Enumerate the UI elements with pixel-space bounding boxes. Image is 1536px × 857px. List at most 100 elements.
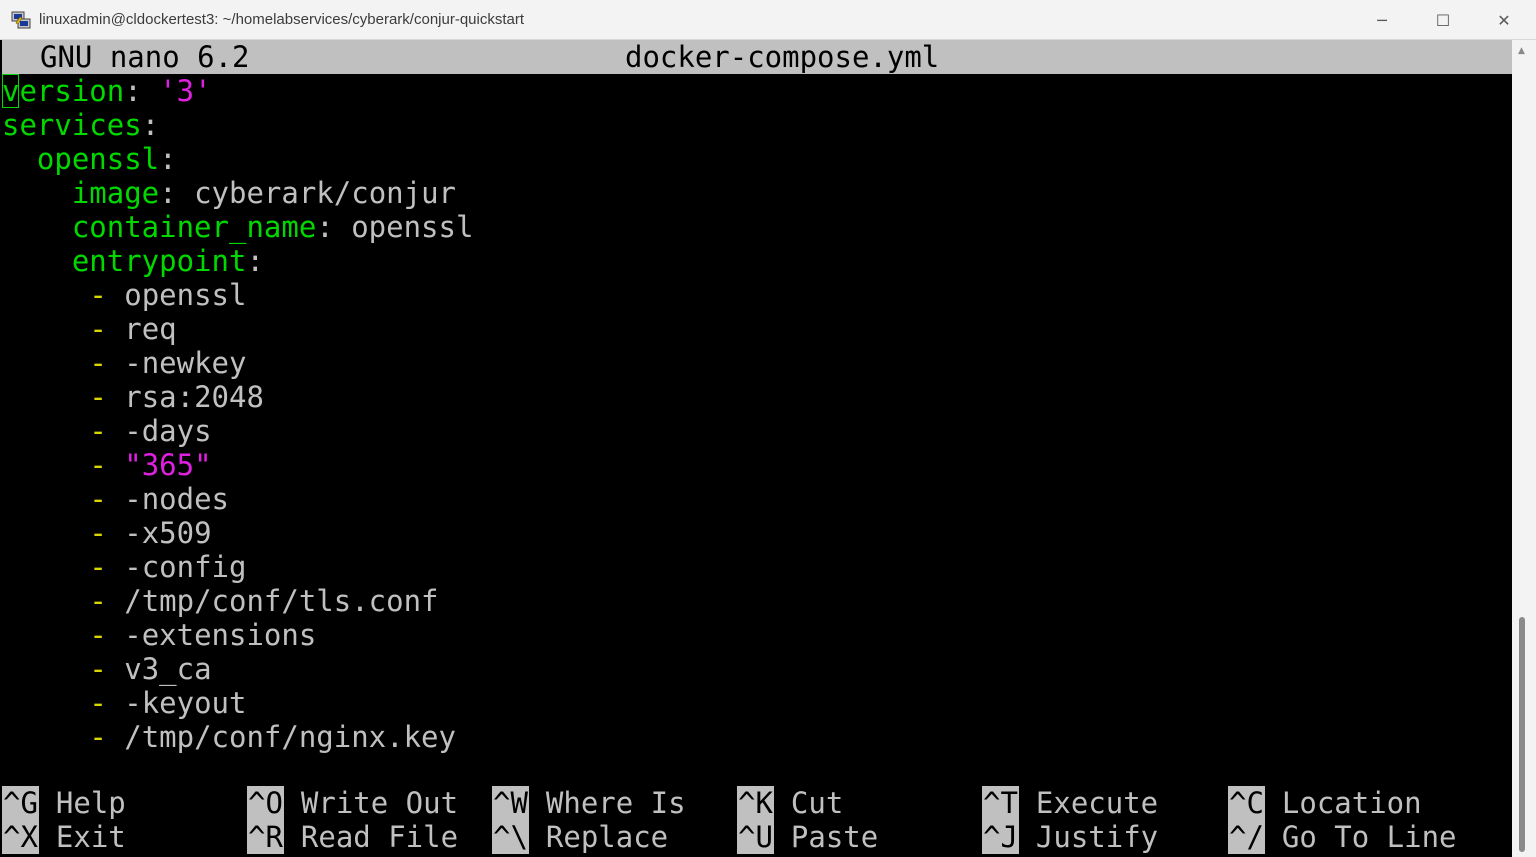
shortcut-label: Read File [300,820,459,854]
maximize-icon: ☐ [1435,10,1451,30]
list-dash: - [89,482,107,516]
close-icon: ✕ [1497,10,1511,30]
editor-line: entrypoint: [71,244,264,278]
shortcut-location[interactable]: ^C Location [1228,786,1422,820]
list-item: - -config [2,550,1512,584]
shortcut-label: Justify [1035,820,1159,854]
shortcut-execute[interactable]: ^T Execute [982,786,1158,820]
shortcut-key: ^C [1228,786,1265,820]
minimize-icon: ─ [1377,10,1387,30]
shortcut-key: ^T [982,786,1019,820]
shortcut-exit[interactable]: ^X Exit [2,820,126,854]
shortcut-key: ^R [247,820,284,854]
list-value: /tmp/conf/nginx.key [124,720,456,754]
list-dash: - [89,618,107,652]
text-cursor: v [2,74,20,108]
list-value: -x509 [124,516,212,550]
list-item: - v3_ca [2,652,1512,686]
list-dash: - [89,516,107,550]
list-value: openssl [124,278,247,312]
list-dash: - [89,686,107,720]
shortcut-help[interactable]: ^G Help [2,786,126,820]
shortcut-key: ^\ [492,820,529,854]
list-item: - rsa:2048 [2,380,1512,414]
list-value: -days [124,414,212,448]
list-value: -nodes [124,482,230,516]
shortcut-label: Exit [55,820,126,854]
shortcut-go-to-line[interactable]: ^/ Go To Line [1228,820,1457,854]
list-dash: - [89,550,107,584]
shortcut-bar: ^G Help ^O Write Out ^W Where Is ^K Cut ^T Execut… [2,786,1512,854]
window-title: linuxadmin@cldockertest3: ~/homelabservi… [39,11,525,28]
list-item: - "365" [2,448,1512,482]
list-item: - req [2,312,1512,346]
list-value: -keyout [124,686,247,720]
entrypoint-list: - openssl - req - -newkey - rsa:2048 - -… [2,278,1512,754]
list-item: - -x509 [2,516,1512,550]
list-item: - /tmp/conf/tls.conf [2,584,1512,618]
shortcut-key: ^W [492,786,529,820]
list-dash: - [89,448,107,482]
shortcut-justify[interactable]: ^J Justify [982,820,1158,854]
list-dash: - [89,720,107,754]
scroll-up-icon[interactable]: ▲ [1518,46,1525,56]
list-value: "365" [124,448,212,482]
list-item: - -nodes [2,482,1512,516]
shortcut-replace[interactable]: ^\ Replace [492,820,668,854]
shortcut-label: Location [1281,786,1422,820]
title-bar[interactable]: linuxadmin@cldockertest3: ~/homelabservi… [0,0,1536,40]
putty-icon [11,11,31,29]
shortcut-label: Execute [1035,786,1159,820]
vertical-scrollbar[interactable]: ▲ [1512,40,1536,857]
shortcut-key: ^X [2,820,39,854]
nano-version: GNU nano 6.2 [40,40,250,74]
list-item: - openssl [2,278,1512,312]
list-item: - -keyout [2,686,1512,720]
shortcut-key: ^K [737,786,774,820]
shortcut-key: ^G [2,786,39,820]
shortcut-key: ^J [982,820,1019,854]
list-dash: - [89,414,107,448]
editor-line: image: cyberark/conjur [71,176,456,210]
nano-header: GNU nano 6.2 docker-compose.yml [2,40,1512,74]
scroll-thumb[interactable] [1519,617,1525,852]
editor-buffer[interactable]: version: '3' services: openssl: image: c… [2,74,1512,754]
shortcut-where-is[interactable]: ^W Where Is [492,786,686,820]
shortcut-key: ^/ [1228,820,1265,854]
shortcut-read-file[interactable]: ^R Read File [247,820,458,854]
editor-line: openssl: [36,142,177,176]
minimize-button[interactable]: ─ [1352,0,1412,40]
shortcut-cut[interactable]: ^K Cut [737,786,843,820]
list-item: - -extensions [2,618,1512,652]
shortcut-label: Cut [790,786,844,820]
editor-line: container_name: openssl [71,210,474,244]
shortcut-label: Go To Line [1281,820,1457,854]
shortcut-write-out[interactable]: ^O Write Out [247,786,458,820]
shortcut-label: Write Out [300,786,459,820]
terminal-area[interactable]: GNU nano 6.2 docker-compose.yml version:… [2,40,1512,857]
list-dash: - [89,380,107,414]
list-value: req [124,312,177,346]
editor-line: version: '3' [2,74,212,108]
list-value: -newkey [124,346,247,380]
list-value: rsa:2048 [124,380,264,414]
list-dash: - [89,278,107,312]
close-button[interactable]: ✕ [1474,0,1534,40]
shortcut-label: Replace [545,820,669,854]
list-item: - -days [2,414,1512,448]
list-value: v3_ca [124,652,212,686]
editor-line: services: [2,108,160,142]
list-value: /tmp/conf/tls.conf [124,584,439,618]
list-item: - -newkey [2,346,1512,380]
shortcut-label: Help [55,786,126,820]
shortcut-paste[interactable]: ^U Paste [737,820,878,854]
shortcut-key: ^O [247,786,284,820]
list-value: -config [124,550,247,584]
list-dash: - [89,346,107,380]
maximize-button[interactable]: ☐ [1413,0,1473,40]
list-dash: - [89,584,107,618]
list-dash: - [89,312,107,346]
terminal-window: linuxadmin@cldockertest3: ~/homelabservi… [0,0,1536,857]
list-dash: - [89,652,107,686]
shortcut-label: Where Is [545,786,686,820]
